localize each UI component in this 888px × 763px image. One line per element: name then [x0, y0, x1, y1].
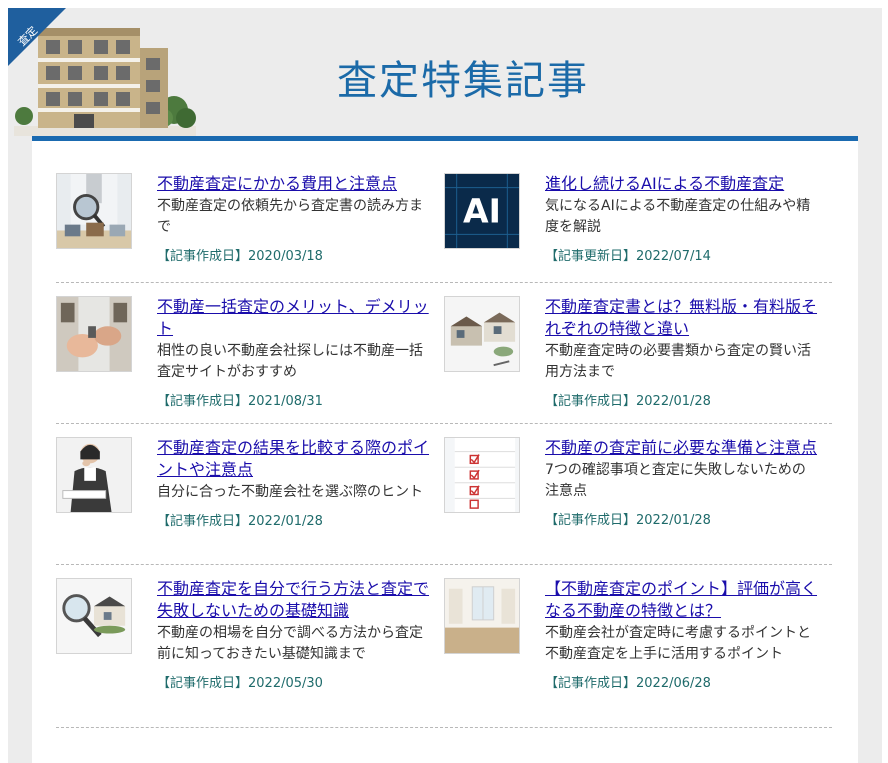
article-row: 不動産査定の結果を比較する際のポイントや注意点 自分に合った不動産会社を選ぶ際の…	[56, 424, 832, 565]
article-title-link[interactable]: 進化し続けるAIによる不動産査定	[545, 173, 817, 195]
article-date: 【記事作成日】2022/01/28	[545, 394, 711, 409]
article-date: 【記事作成日】2021/08/31	[157, 394, 323, 409]
ai-chip-label: AI	[463, 192, 501, 231]
article-title-link[interactable]: 不動産査定にかかる費用と注意点	[157, 173, 429, 195]
article-title-link[interactable]: 不動産一括査定のメリット、デメリット	[157, 296, 429, 340]
empty-room-icon[interactable]	[444, 578, 520, 654]
feature-section: 査定 査定特集記事 不動産査定にかかる費用と注意点 不動産査定の依頼先から査定書…	[8, 8, 882, 763]
article-date: 【記事作成日】2022/05/30	[157, 676, 323, 691]
article-date: 【記事作成日】2022/06/28	[545, 676, 711, 691]
article-row: 不動産一括査定のメリット、デメリット 相性の良い不動産会社探しには不動産一括査定…	[56, 283, 832, 424]
handshake-icon[interactable]	[56, 296, 132, 372]
article-date: 【記事作成日】2020/03/18	[157, 249, 323, 264]
ai-chip-icon[interactable]: AI	[444, 173, 520, 249]
article-description: 不動産会社が査定時に考慮するポイントと不動産査定を上手に活用するポイント	[545, 625, 811, 662]
article-date: 【記事作成日】2022/01/28	[545, 513, 711, 528]
article-date: 【記事更新日】2022/07/14	[545, 249, 711, 264]
article-title-link[interactable]: 不動産の査定前に必要な準備と注意点	[545, 437, 817, 459]
businesswoman-document-icon[interactable]	[56, 437, 132, 513]
checklist-icon[interactable]	[444, 437, 520, 513]
article-description: 気になるAIによる不動産査定の仕組みや精度を解説	[545, 198, 811, 235]
article-title-link[interactable]: 不動産査定を自分で行う方法と査定で失敗しないための基礎知識	[157, 578, 429, 622]
article-date: 【記事作成日】2022/01/28	[157, 514, 323, 529]
article-description: 不動産査定時の必要書類から査定の賢い活用方法まで	[545, 343, 811, 380]
article-row: 不動産査定を自分で行う方法と査定で失敗しないための基礎知識 不動産の相場を自分で…	[56, 565, 832, 728]
articles-panel: 不動産査定にかかる費用と注意点 不動産査定の依頼先から査定書の読み方まで 【記事…	[32, 141, 858, 763]
page-title: 査定特集記事	[337, 58, 589, 104]
category-ribbon: 査定	[8, 8, 68, 68]
article-description: 相性の良い不動産会社探しには不動産一括査定サイトがおすすめ	[157, 343, 423, 380]
section-header: 査定 査定特集記事	[8, 8, 882, 144]
article-title-link[interactable]: 【不動産査定のポイント】評価が高くなる不動産の特徴とは？	[545, 578, 817, 622]
article-description: 7つの確認事項と査定に失敗しないための注意点	[545, 462, 806, 499]
article-title-link[interactable]: 不動産査定書とは？無料版・有料版それぞれの特徴と違い	[545, 296, 817, 340]
magnifier-house-icon[interactable]	[56, 578, 132, 654]
house-models-icon[interactable]	[444, 296, 520, 372]
article-row: 不動産査定にかかる費用と注意点 不動産査定の依頼先から査定書の読み方まで 【記事…	[56, 164, 832, 283]
article-description: 自分に合った不動産会社を選ぶ際のヒント	[157, 484, 423, 500]
article-title-link[interactable]: 不動産査定の結果を比較する際のポイントや注意点	[157, 437, 429, 481]
article-description: 不動産の相場を自分で調べる方法から査定前に知っておきたい基礎知識まで	[157, 625, 423, 662]
inspector-magnifier-icon[interactable]	[56, 173, 132, 249]
article-description: 不動産査定の依頼先から査定書の読み方まで	[157, 198, 423, 235]
